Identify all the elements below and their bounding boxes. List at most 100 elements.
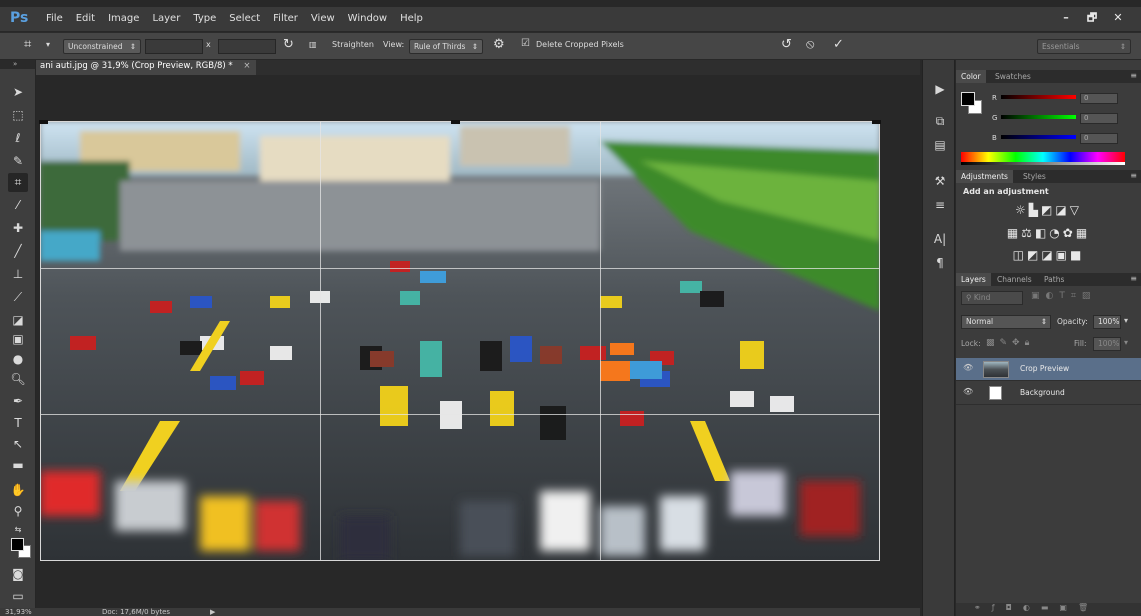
menu-image[interactable]: Image — [108, 13, 139, 24]
black-white-icon[interactable]: ◧ — [1035, 226, 1049, 240]
lock-icons[interactable]: ▩✎✥🔒︎ — [986, 338, 1034, 348]
foreground-color-swatch[interactable] — [11, 538, 24, 551]
blue-channel-value[interactable]: 0 — [1080, 133, 1118, 144]
crop-handle-top-left[interactable] — [39, 120, 48, 124]
tab-styles[interactable]: Styles — [1018, 170, 1051, 183]
straighten-icon[interactable]: ▥ — [309, 40, 317, 49]
actions-play-icon[interactable]: ▶ — [930, 80, 950, 98]
reset-icon[interactable]: ↺ — [781, 37, 792, 52]
hand-tool-icon[interactable]: ✋ — [8, 481, 28, 500]
straighten-label[interactable]: Straighten — [332, 40, 374, 49]
paragraph-icon[interactable]: ¶ — [930, 254, 950, 272]
tab-adjustments[interactable]: Adjustments — [956, 170, 1013, 183]
marquee-tool-icon[interactable]: ⬚ — [8, 106, 28, 125]
eyedropper-tool-icon[interactable]: ⁄ — [8, 196, 28, 215]
width-field[interactable] — [145, 39, 203, 54]
commit-check-icon[interactable]: ✓ — [833, 37, 844, 52]
tab-color[interactable]: Color — [956, 70, 986, 83]
blend-mode-select[interactable]: Normal ⇕ — [961, 315, 1051, 329]
document-tab[interactable]: ani auti.jpg @ 31,9% (Crop Preview, RGB/… — [36, 60, 257, 75]
crop-handle-top-right[interactable] — [872, 120, 881, 124]
selective-color-icon[interactable]: ■ — [1070, 248, 1084, 262]
blur-tool-icon[interactable]: ● — [8, 350, 28, 369]
layer-row-background[interactable]: 👁︎ Background — [956, 382, 1141, 405]
zoom-level[interactable]: 31,93% — [5, 608, 32, 616]
eraser-tool-icon[interactable]: ◪ — [8, 311, 28, 330]
cancel-icon[interactable]: ⦸ — [806, 37, 814, 52]
chevron-down-icon[interactable]: ▾ — [1124, 338, 1128, 347]
hue-saturation-icon[interactable]: ▦ — [1007, 226, 1021, 240]
workspace-select[interactable]: Essentials ⇕ — [1037, 39, 1131, 54]
layer-row-crop-preview[interactable]: 👁︎ Crop Preview — [956, 358, 1141, 381]
default-colors-icon[interactable]: ⇆ — [8, 520, 28, 539]
channel-mixer-icon[interactable]: ✿ — [1063, 226, 1076, 240]
healing-brush-tool-icon[interactable]: ✚ — [8, 219, 28, 238]
gradient-tool-icon[interactable]: ▣ — [8, 330, 28, 349]
menu-file[interactable]: File — [46, 13, 63, 24]
red-channel-slider[interactable] — [1001, 95, 1076, 99]
menu-type[interactable]: Type — [193, 13, 216, 24]
clear-icon[interactable]: ↻ — [283, 37, 294, 52]
menu-view[interactable]: View — [311, 13, 335, 24]
character-icon[interactable]: A| — [930, 230, 950, 248]
green-channel-value[interactable]: 0 — [1080, 113, 1118, 124]
zoom-tool-icon[interactable]: ⚲ — [8, 502, 28, 521]
green-channel-slider[interactable] — [1001, 115, 1076, 119]
blue-channel-slider[interactable] — [1001, 135, 1076, 139]
menu-select[interactable]: Select — [229, 13, 260, 24]
rectangle-tool-icon[interactable]: ▬ — [8, 456, 28, 475]
tab-paths[interactable]: Paths — [1039, 273, 1069, 286]
pen-tool-icon[interactable]: ✒ — [8, 392, 28, 411]
gear-icon[interactable]: ⚙ — [493, 37, 505, 52]
invert-icon[interactable]: ◫ — [1013, 248, 1027, 262]
chevron-down-icon[interactable]: ▾ — [1124, 316, 1128, 325]
red-channel-value[interactable]: 0 — [1080, 93, 1118, 104]
restore-button[interactable]: 🗗 — [1080, 10, 1104, 26]
tab-layers[interactable]: Layers — [956, 273, 991, 286]
crop-tool-icon[interactable]: ⌗ — [24, 37, 31, 52]
menu-layer[interactable]: Layer — [152, 13, 180, 24]
panel-menu-icon[interactable]: ≡ — [1130, 71, 1137, 80]
tab-channels[interactable]: Channels — [992, 273, 1037, 286]
panel-menu-icon[interactable]: ≡ — [1130, 171, 1137, 180]
color-spectrum-ramp[interactable] — [961, 152, 1125, 165]
properties-icon[interactable]: ▤ — [930, 136, 950, 154]
close-tab-icon[interactable]: × — [243, 61, 250, 71]
vibrance-icon[interactable]: ▽ — [1070, 203, 1082, 217]
layer-filter-kind[interactable]: ⚲ Kind — [961, 291, 1023, 305]
status-menu-arrow-icon[interactable]: ▶ — [210, 608, 215, 616]
delete-cropped-checkbox[interactable]: ☑ — [521, 38, 530, 49]
menu-filter[interactable]: Filter — [273, 13, 298, 24]
layer-filter-icons[interactable]: ▣◐T⌗▨ — [1031, 291, 1096, 301]
clone-stamp-tool-icon[interactable]: ⊥ — [8, 265, 28, 284]
fill-field[interactable]: 100% — [1093, 337, 1121, 351]
menu-window[interactable]: Window — [348, 13, 387, 24]
overlay-view-select[interactable]: Rule of Thirds ⇕ — [409, 39, 483, 54]
gradient-map-icon[interactable]: ▣ — [1056, 248, 1070, 262]
history-brush-tool-icon[interactable]: ⟋ — [8, 288, 28, 307]
photo-filter-icon[interactable]: ◔ — [1049, 226, 1062, 240]
crop-handle-top[interactable] — [451, 120, 460, 124]
panel-menu-icon[interactable]: ≡ — [1130, 274, 1137, 283]
threshold-icon[interactable]: ◪ — [1041, 248, 1055, 262]
toolbox-collapse-icon[interactable]: » — [0, 60, 35, 69]
swap-dimensions-label[interactable]: x — [206, 40, 211, 49]
tool-preset-chevron-icon[interactable]: ▾ — [46, 40, 50, 49]
color-balance-icon[interactable]: ⚖ — [1021, 226, 1035, 240]
crop-tool-icon[interactable]: ⌗ — [8, 173, 28, 192]
menu-edit[interactable]: Edit — [76, 13, 95, 24]
type-tool-icon[interactable]: T — [8, 414, 28, 433]
color-lookup-icon[interactable]: ▦ — [1076, 226, 1090, 240]
eye-icon[interactable]: 👁︎ — [963, 363, 973, 372]
lasso-tool-icon[interactable]: ℓ — [8, 129, 28, 148]
close-window-button[interactable]: ✕ — [1106, 10, 1130, 26]
canvas-area[interactable] — [36, 75, 908, 608]
height-field[interactable] — [218, 39, 276, 54]
dodge-tool-icon[interactable]: 🔍︎ — [8, 370, 28, 389]
ratio-preset-select[interactable]: Unconstrained ⇕ — [63, 39, 141, 54]
layers-footer-icons[interactable]: ⚭ƒ◘◐▬▣🗑︎ — [956, 603, 1141, 616]
quick-mask-icon[interactable]: ◙ — [8, 565, 28, 584]
levels-icon[interactable]: ▙ — [1029, 203, 1041, 217]
curves-icon[interactable]: ◩ — [1041, 203, 1055, 217]
opacity-field[interactable]: 100% — [1093, 315, 1121, 329]
